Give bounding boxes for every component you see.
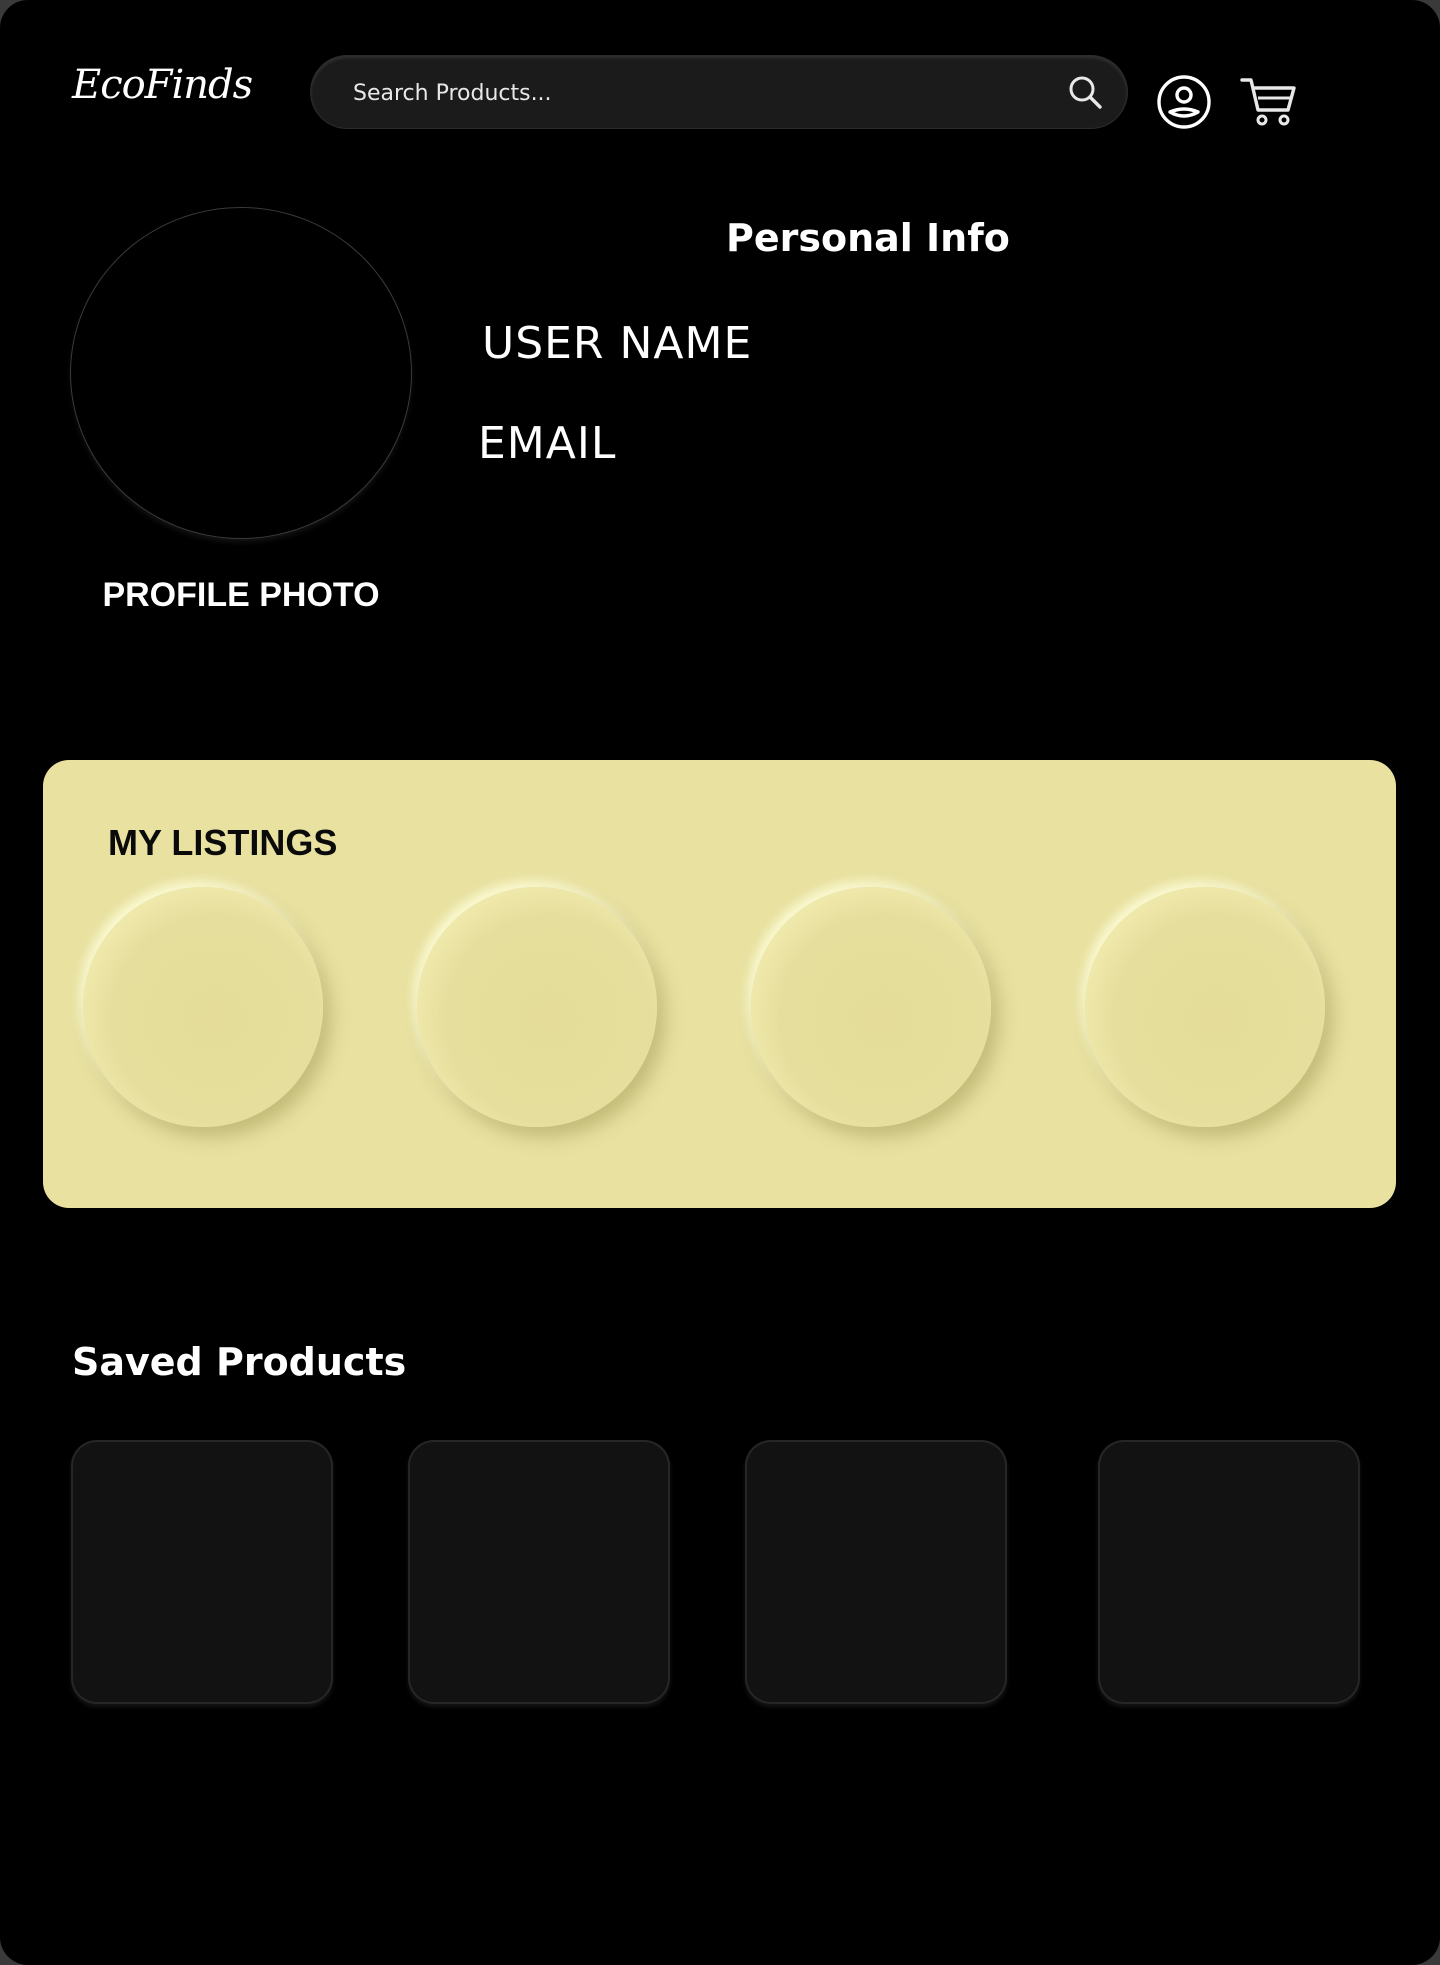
search-input[interactable] xyxy=(351,56,1035,130)
saved-product-card[interactable] xyxy=(1098,1440,1360,1704)
cart-icon[interactable] xyxy=(1240,76,1298,128)
app-frame: EcoFinds PROFILE PHOTO Personal Info USE… xyxy=(0,0,1440,1965)
saved-products-title: Saved Products xyxy=(72,1340,407,1384)
search-icon[interactable] xyxy=(1065,72,1105,112)
my-listings-title: MY LISTINGS xyxy=(108,822,338,863)
personal-info-title: Personal Info xyxy=(726,216,1010,260)
saved-product-card[interactable] xyxy=(71,1440,333,1704)
listing-item[interactable] xyxy=(83,887,323,1127)
profile-photo-label: PROFILE PHOTO xyxy=(102,576,380,614)
username-field[interactable]: USER NAME xyxy=(482,318,752,369)
search-bar xyxy=(311,56,1127,130)
saved-product-card[interactable] xyxy=(745,1440,1007,1704)
profile-photo[interactable] xyxy=(71,208,411,538)
saved-product-card[interactable] xyxy=(408,1440,670,1704)
email-field[interactable]: EMAIL xyxy=(478,418,616,469)
logo[interactable]: EcoFinds xyxy=(72,62,253,108)
user-icon[interactable] xyxy=(1156,74,1212,130)
listing-item[interactable] xyxy=(417,887,657,1127)
listing-item[interactable] xyxy=(1085,887,1325,1127)
my-listings-panel: MY LISTINGS xyxy=(43,760,1396,1208)
listing-item[interactable] xyxy=(751,887,991,1127)
